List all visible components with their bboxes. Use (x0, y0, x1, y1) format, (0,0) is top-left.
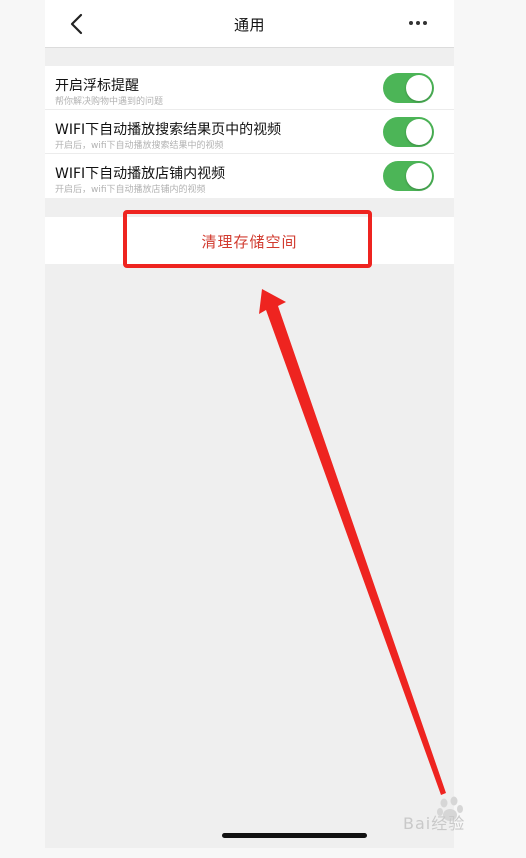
annotation-arrow (259, 289, 446, 795)
watermark-text: Bai经验 (403, 814, 466, 833)
